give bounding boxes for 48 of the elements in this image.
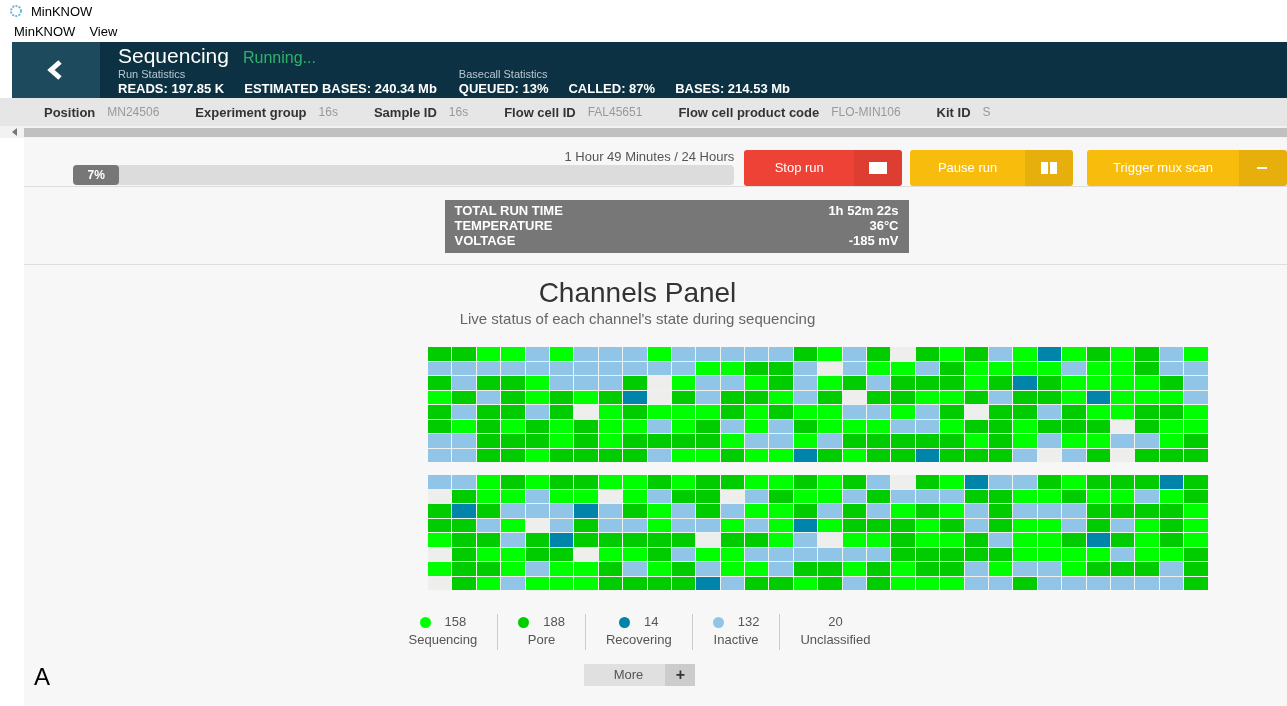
panel-subtitle: Live status of each channel's state during sequencing xyxy=(458,310,817,327)
legend-count: 132 xyxy=(737,614,760,630)
more-button[interactable]: More + xyxy=(583,664,696,686)
plus-icon: + xyxy=(665,664,696,686)
info-label: Flow cell ID xyxy=(504,104,576,120)
stop-button[interactable]: Stop run xyxy=(744,150,903,186)
progress-fill: 7% xyxy=(73,165,120,185)
panel-title: Channels Panel xyxy=(537,277,738,309)
legend-count: 188 xyxy=(543,614,565,630)
page-title: Sequencing xyxy=(118,45,229,67)
legend-count: 20 xyxy=(828,614,843,630)
menu-item[interactable]: MinKNOW xyxy=(14,24,76,39)
stat-value: ESTIMATED BASES: 240.34 Mb xyxy=(244,80,437,97)
run-info-label: TEMPERATURE xyxy=(454,219,554,234)
stat-value: CALLED: 87% xyxy=(568,80,656,97)
info-value: FAL45651 xyxy=(587,104,643,120)
legend-label: Recovering xyxy=(605,631,672,649)
menu-item[interactable]: View xyxy=(89,24,118,39)
info-value: MN24506 xyxy=(107,104,160,120)
info-value: 16s xyxy=(318,104,338,120)
stat-value: BASES: 214.53 Mb xyxy=(675,80,790,97)
stat-value: QUEUED: 13% xyxy=(458,80,549,97)
run-info-value: -185 mV xyxy=(847,234,899,249)
run-info-label: TOTAL RUN TIME xyxy=(454,204,564,219)
run-info-value: 1h 52m 22s xyxy=(828,204,899,219)
info-label: Position xyxy=(44,104,96,120)
info-label: Kit ID xyxy=(936,104,971,120)
info-value: 16s xyxy=(448,104,469,120)
figure-label: A xyxy=(34,663,50,691)
run-info-label: VOLTAGE xyxy=(454,234,517,249)
stats-caption: Run Statistics xyxy=(118,69,187,80)
info-label: Sample ID xyxy=(373,104,437,120)
legend-label: Inactive xyxy=(712,631,760,649)
legend-count: 14 xyxy=(644,614,659,630)
info-value: FLO-MIN106 xyxy=(831,104,901,120)
legend-count: 158 xyxy=(444,614,467,630)
info-label: Experiment group xyxy=(195,104,307,120)
info-label: Flow cell product code xyxy=(678,104,820,120)
elapsed-time: 1 Hour 49 Minutes / 24 Hours xyxy=(564,150,735,164)
legend-label: Sequencing xyxy=(408,631,478,649)
info-value: S xyxy=(982,104,991,120)
legend-label: Pore xyxy=(526,631,557,649)
stat-value: READS: 197.85 K xyxy=(118,80,225,97)
run-info-value: 36°C xyxy=(868,219,899,234)
stats-caption: Basecall Statistics xyxy=(458,69,549,80)
window-title: MinKNOW xyxy=(31,3,93,19)
run-status: Running... xyxy=(242,48,316,68)
legend-label: Unclassified xyxy=(800,631,871,649)
